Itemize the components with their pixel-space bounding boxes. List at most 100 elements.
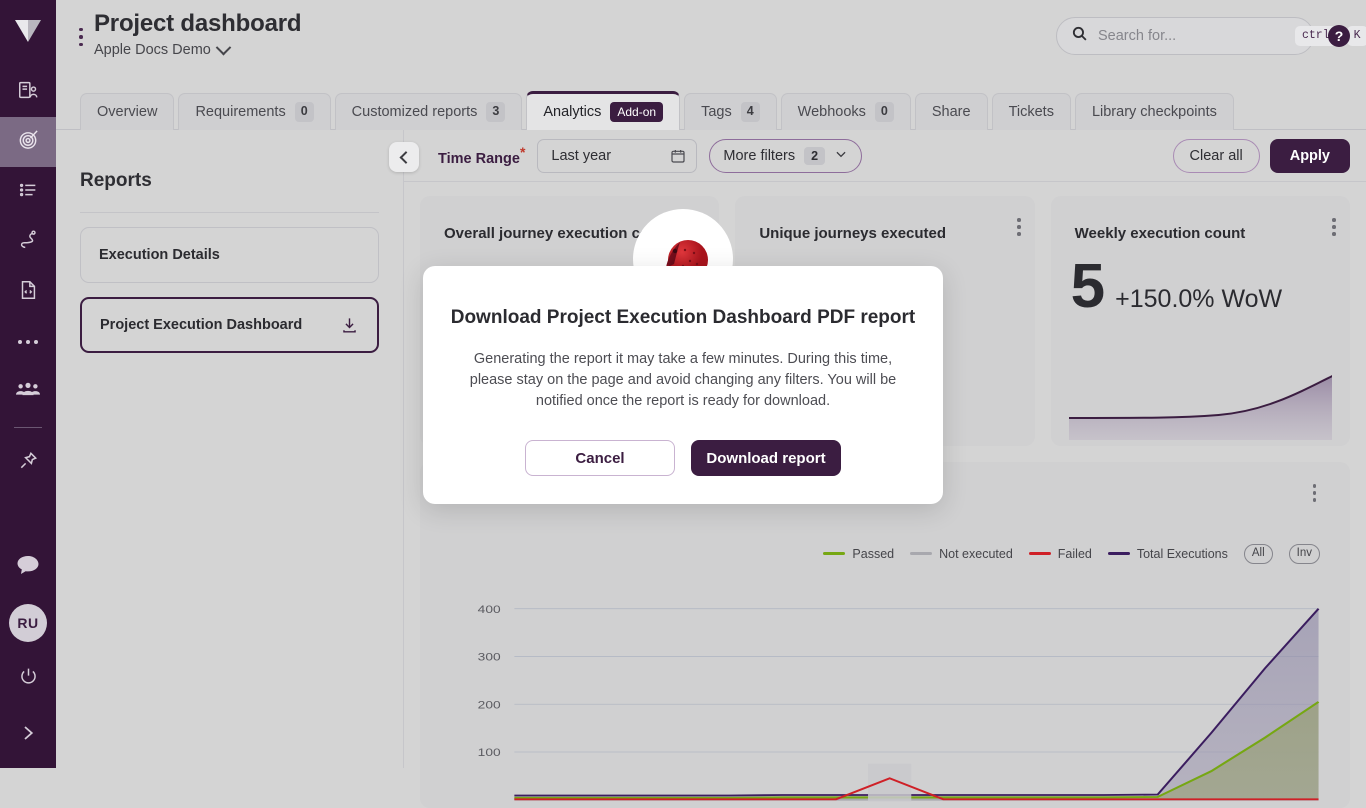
svg-text:400: 400 — [478, 603, 501, 616]
target-icon — [17, 128, 40, 156]
chat-bubble-icon — [16, 555, 40, 580]
reports-panel: Reports Execution Details Project Executi… — [56, 130, 404, 768]
more-filters-button[interactable]: More filters 2 — [709, 139, 862, 173]
kpi-sparkline — [1069, 374, 1332, 440]
time-range-value: Last year — [551, 148, 611, 164]
time-range-select[interactable]: Last year — [537, 139, 697, 173]
projects-icon — [17, 79, 39, 106]
cancel-button[interactable]: Cancel — [525, 440, 675, 476]
tab-label: Tickets — [1009, 104, 1054, 120]
tab-customized-reports[interactable]: Customized reports3 — [335, 93, 523, 130]
legend-label: Passed — [852, 547, 894, 561]
calendar-icon — [670, 148, 686, 164]
search-box[interactable]: ctrl K — [1056, 17, 1314, 55]
filter-bar: Time Range* Last year More filters 2 Cle… — [404, 130, 1366, 182]
rail-divider — [14, 427, 42, 428]
chart-legend: Passed Not executed Failed Total Executions… — [823, 544, 1320, 564]
tab-count-badge: 0 — [875, 102, 894, 122]
reports-list: Execution Details Project Execution Dashb… — [56, 227, 403, 353]
tab-label: Requirements — [195, 104, 285, 120]
legend-item[interactable]: Total Executions — [1108, 547, 1228, 561]
chevron-down-icon — [216, 39, 232, 55]
search-icon — [1071, 25, 1088, 47]
legend-swatch — [1108, 552, 1130, 555]
report-list-item[interactable]: Project Execution Dashboard — [80, 297, 379, 353]
sidebar-item-list[interactable] — [0, 167, 56, 217]
tab-tags[interactable]: Tags4 — [684, 93, 777, 130]
tab-requirements[interactable]: Requirements 0 — [178, 93, 330, 130]
list-icon — [17, 179, 39, 206]
legend-label: Failed — [1058, 547, 1092, 561]
reports-panel-title: Reports — [80, 170, 403, 192]
tab-analytics[interactable]: AnalyticsAdd-on — [526, 91, 680, 130]
tab-webhooks[interactable]: Webhooks 0 — [781, 93, 911, 130]
modal-actions: Cancel Download report — [525, 440, 841, 476]
sidebar-item-code-file[interactable] — [0, 267, 56, 317]
download-report-button[interactable]: Download report — [691, 440, 841, 476]
sidebar-item-projects[interactable] — [0, 67, 56, 117]
legend-swatch — [1029, 552, 1051, 555]
svg-text:100: 100 — [478, 746, 501, 759]
vendor-logo[interactable] — [13, 18, 43, 49]
help-icon[interactable]: ? — [1328, 25, 1350, 47]
avatar-initials: RU — [9, 604, 47, 642]
team-icon — [16, 381, 40, 404]
tab-label: Webhooks — [798, 104, 866, 120]
legend-swatch — [910, 552, 932, 555]
legend-item[interactable]: Not executed — [910, 547, 1013, 561]
svg-text:300: 300 — [478, 651, 501, 664]
filter-actions: Clear all Apply — [1173, 139, 1350, 173]
addon-badge: Add-on — [610, 102, 663, 122]
download-icon[interactable] — [340, 316, 359, 335]
more-filters-label: More filters — [723, 148, 795, 164]
time-range-label: Time Range* — [438, 144, 525, 167]
clear-all-button[interactable]: Clear all — [1173, 139, 1260, 173]
chevron-down-icon — [834, 147, 848, 165]
apply-button[interactable]: Apply — [1270, 139, 1350, 173]
tab-share[interactable]: Share — [915, 93, 988, 130]
modal-body-text: Generating the report it may take a few … — [463, 349, 903, 412]
page-menu-icon[interactable] — [74, 20, 88, 54]
user-avatar[interactable]: RU — [0, 598, 56, 648]
collapse-panel-button[interactable] — [389, 142, 419, 172]
legend-item[interactable]: Failed — [1029, 547, 1092, 561]
report-item-label: Execution Details — [99, 247, 220, 263]
more-filters-count: 2 — [804, 147, 825, 165]
sidebar-item-team[interactable] — [0, 367, 56, 417]
tab-label: Tags — [701, 104, 732, 120]
tab-label: Share — [932, 104, 971, 120]
tab-bar: Overview Requirements 0 Customized reports3… — [80, 92, 1234, 130]
download-report-modal: Download Project Execution Dashboard PDF… — [423, 266, 943, 504]
modal-title: Download Project Execution Dashboard PDF… — [451, 307, 916, 329]
report-list-item[interactable]: Execution Details — [80, 227, 379, 283]
sidebar-item-chat[interactable] — [0, 542, 56, 592]
tab-label: Library checkpoints — [1092, 104, 1217, 120]
sidebar-item-journey[interactable] — [0, 217, 56, 267]
legend-control-all[interactable]: All — [1244, 544, 1273, 564]
kpi-value: 5 — [1071, 256, 1105, 318]
expand-rail-button[interactable] — [0, 710, 56, 760]
legend-item[interactable]: Passed — [823, 547, 894, 561]
legend-control-inv[interactable]: Inv — [1289, 544, 1320, 564]
sidebar-item-target[interactable] — [0, 117, 56, 167]
pin-icon — [17, 449, 40, 477]
tab-count-badge: 3 — [486, 102, 505, 122]
tab-library-checkpoints[interactable]: Library checkpoints — [1075, 93, 1234, 130]
tab-tickets[interactable]: Tickets — [992, 93, 1071, 130]
sidebar-item-pin[interactable] — [0, 438, 56, 488]
report-item-label: Project Execution Dashboard — [100, 317, 302, 333]
kpi-card-menu-icon[interactable] — [1017, 218, 1021, 236]
search-input[interactable] — [1098, 28, 1285, 44]
project-selector[interactable]: Apple Docs Demo — [94, 42, 301, 58]
tab-overview[interactable]: Overview — [80, 93, 174, 130]
tab-count-badge: 0 — [295, 102, 314, 122]
execution-trend-chart-card: Passed Not executed Failed Total Executions… — [420, 462, 1350, 808]
sidebar-item-logout[interactable] — [0, 654, 56, 704]
app-header: Project dashboard Apple Docs Demo ctrl K… — [56, 0, 1366, 84]
tab-label: Overview — [97, 104, 157, 120]
chart-card-menu-icon[interactable] — [1313, 484, 1317, 502]
sidebar-item-more[interactable] — [0, 317, 56, 367]
more-dots-icon — [16, 333, 40, 351]
kpi-card-menu-icon[interactable] — [1332, 218, 1336, 236]
chart-plot-area: 100200300400 — [420, 570, 1350, 808]
